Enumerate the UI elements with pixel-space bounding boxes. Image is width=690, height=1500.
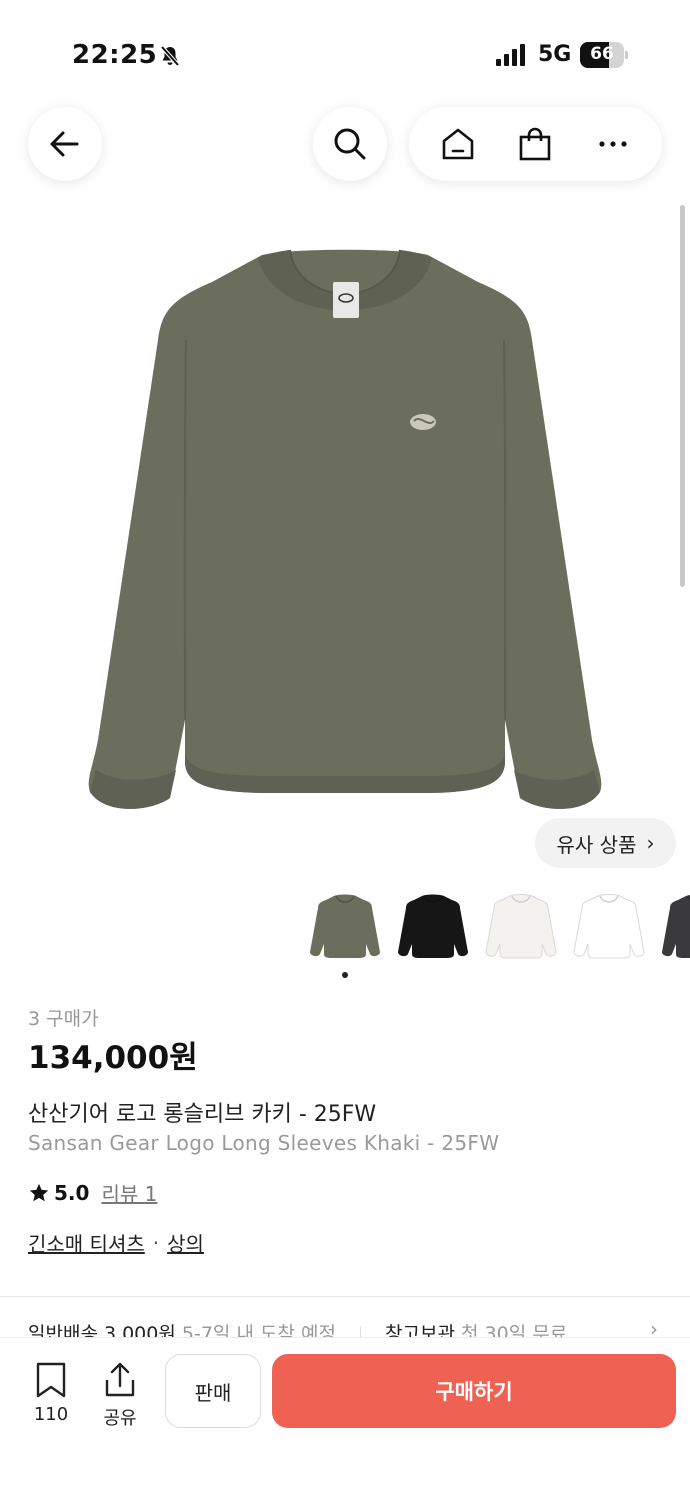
bookmark-icon	[36, 1362, 66, 1398]
rating-row: 5.0 리뷰 1	[28, 1178, 157, 1207]
share-button[interactable]: 공유	[90, 1362, 150, 1430]
network-type: 5G	[538, 42, 572, 67]
arrow-left-icon	[50, 131, 79, 157]
shopping-bag-icon	[520, 127, 551, 161]
bottom-action-bar: 110 공유 판매 구매하기	[0, 1337, 690, 1500]
status-time: 22:25	[72, 40, 158, 70]
product-name-en: Sansan Gear Logo Long Sleeves Khaki - 25…	[28, 1131, 500, 1155]
category-link-top[interactable]: 상의	[167, 1228, 204, 1257]
color-thumbnail-charcoal[interactable]	[658, 888, 690, 966]
home-button[interactable]	[429, 115, 487, 173]
scroll-indicator[interactable]	[680, 205, 685, 587]
color-thumbnail-black[interactable]	[394, 888, 472, 966]
similar-products-button[interactable]: 유사 상품 ›	[535, 818, 676, 868]
product-image[interactable]	[0, 200, 690, 870]
nav-action-group	[409, 107, 662, 181]
back-button[interactable]	[28, 107, 102, 181]
share-icon	[105, 1362, 135, 1397]
search-button[interactable]	[313, 107, 387, 181]
color-thumbnail-cream[interactable]	[482, 888, 560, 966]
buyer-count: 3 구매가	[28, 1008, 99, 1030]
battery-level: 66	[590, 44, 614, 64]
color-thumbnail-white[interactable]	[570, 888, 648, 966]
star-icon	[29, 1183, 49, 1201]
cart-button[interactable]	[506, 115, 564, 173]
sell-button[interactable]: 판매	[165, 1354, 261, 1428]
category-link-longsleeve[interactable]: 긴소매 티셔츠	[28, 1228, 145, 1257]
review-link[interactable]: 리뷰 1	[101, 1178, 157, 1207]
breadcrumb: 긴소매 티셔츠 · 상의	[28, 1228, 204, 1257]
battery-icon: 66	[580, 42, 628, 68]
rating-score: 5.0	[54, 1180, 90, 1205]
more-horizontal-icon	[599, 141, 627, 147]
bookmark-count: 110	[33, 1404, 69, 1425]
home-icon	[442, 128, 474, 160]
buy-button[interactable]: 구매하기	[272, 1354, 676, 1428]
bookmark-button[interactable]: 110	[21, 1362, 81, 1425]
share-label: 공유	[103, 1408, 137, 1429]
chevron-right-icon: ›	[646, 831, 655, 855]
more-button[interactable]	[584, 115, 642, 173]
status-bar: 22:25 5G 66	[0, 0, 690, 100]
bell-muted-icon	[160, 45, 180, 67]
carousel-dot	[342, 972, 348, 978]
product-name-ko: 산산기어 로고 롱슬리브 카키 - 25FW	[28, 1102, 377, 1127]
color-thumbnails	[306, 888, 690, 968]
color-thumbnail-khaki[interactable]	[306, 888, 384, 966]
signal-icon	[496, 44, 525, 66]
similar-products-label: 유사 상품	[556, 832, 637, 857]
product-price: 134,000원	[28, 1040, 198, 1076]
search-icon	[334, 128, 366, 160]
shipping-info-row[interactable]: 일반배송 3,000원 5-7일 내 도착 예정 창고보관 첫 30일 무료 ›	[0, 1296, 690, 1340]
breadcrumb-separator: ·	[152, 1230, 160, 1255]
